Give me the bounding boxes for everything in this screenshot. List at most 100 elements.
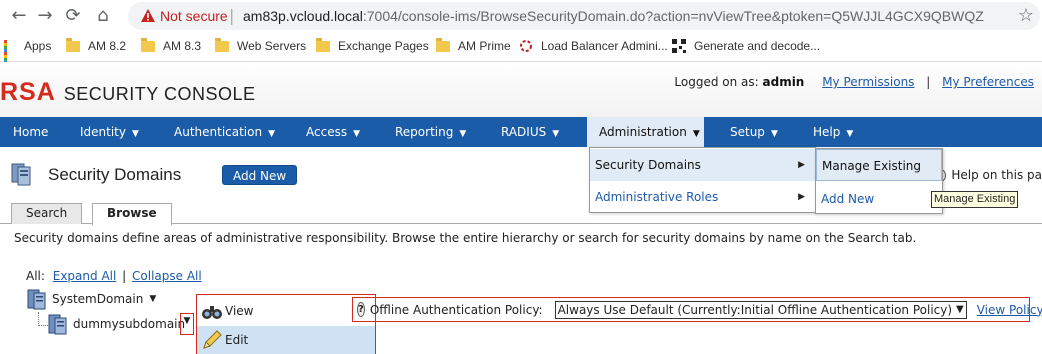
policy-label: Offline Authentication Policy: (369, 302, 543, 317)
menu-identity[interactable]: Identity ▼ (68, 117, 151, 147)
tab-search[interactable]: Search (11, 203, 83, 224)
main-menu-bar: Home Identity ▼ Authentication ▼ Access ▼ R… (0, 117, 1042, 147)
bookmarks-bar: Apps AM 8.2 AM 8.3 Web Servers Exchange … (0, 32, 1042, 67)
menu-label: Authentication (174, 125, 263, 139)
caret-down-icon: ▼ (692, 129, 700, 139)
offline-auth-policy-row: ? Offline Authentication Policy: Always … (352, 297, 1042, 322)
bookmark-star-icon[interactable]: ☆ (1018, 5, 1034, 26)
logged-on-label: Logged on as: (674, 75, 759, 89)
security-domains-submenu: Manage Existing Add New (815, 148, 943, 214)
url-host: am83p.vcloud.local (243, 8, 363, 24)
menu-label: Administration (599, 125, 687, 139)
expand-collapse-row: All: Expand All | Collapse All (26, 269, 202, 283)
bookmark-exchange-pages[interactable]: Exchange Pages (316, 37, 429, 53)
menu-home[interactable]: Home (1, 117, 60, 147)
menu-setup[interactable]: Setup ▼ (718, 117, 790, 147)
forward-icon[interactable]: → (34, 5, 56, 27)
all-label: All: (26, 269, 45, 283)
loading-icon (520, 40, 532, 52)
page-title: Security Domains (48, 165, 182, 184)
reload-icon[interactable]: ⟳ (62, 5, 84, 27)
dd-item-label: Security Domains (595, 158, 701, 172)
menu-label: Reporting (395, 125, 454, 139)
url-text: am83p.vcloud.local:7004/console-ims/Brow… (243, 8, 984, 24)
my-preferences-link[interactable]: My Preferences (942, 75, 1034, 89)
caret-down-icon: ▼ (846, 129, 854, 139)
bookmark-label: Apps (24, 39, 52, 53)
qr-code-icon (672, 39, 686, 53)
bookmark-am82[interactable]: AM 8.2 (66, 37, 127, 53)
help-icon[interactable]: ? (357, 302, 365, 317)
view-policy-link[interactable]: View Policy (977, 303, 1042, 317)
bookmark-apps[interactable]: Apps (4, 39, 52, 67)
menu-radius[interactable]: RADIUS ▼ (489, 117, 571, 147)
bookmark-load-balancer[interactable]: Load Balancer Admini... (519, 39, 668, 53)
dd-administrative-roles[interactable]: Administrative Roles ▶ (590, 181, 815, 213)
submenu-arrow-icon: ▶ (798, 192, 805, 202)
bookmark-web-servers[interactable]: Web Servers (215, 37, 306, 53)
chevron-down-icon: ▼ (956, 304, 964, 315)
header-separator: | (926, 75, 931, 89)
folder-icon (436, 37, 450, 52)
context-menu: View Edit (196, 294, 376, 354)
bookmark-am83[interactable]: AM 8.3 (141, 37, 201, 53)
context-edit[interactable]: Edit (197, 326, 375, 354)
bookmark-label: Generate and decode... (694, 39, 821, 53)
menu-label: RADIUS (501, 125, 547, 139)
submenu-arrow-icon: ▶ (798, 160, 805, 170)
submenu-add-new[interactable]: Add New (816, 183, 942, 215)
bookmark-label: AM Prime (458, 39, 511, 53)
dd-security-domains[interactable]: Security Domains ▶ (590, 149, 815, 181)
help-text: Help on this pa (951, 168, 1042, 182)
security-domain-icon (11, 163, 31, 186)
context-item-label: View (225, 304, 254, 318)
back-icon[interactable]: ← (8, 5, 30, 27)
folder-icon (215, 37, 229, 52)
policy-select[interactable]: Always Use Default (Currently:Initial Of… (554, 300, 967, 319)
pencil-icon (203, 330, 222, 349)
collapse-all-link[interactable]: Collapse All (132, 269, 202, 283)
menu-access[interactable]: Access ▼ (294, 117, 372, 147)
bookmark-am-prime[interactable]: AM Prime (436, 37, 511, 53)
bookmark-qr-decode[interactable]: Generate and decode... (672, 39, 820, 53)
logo-text: SECURITY CONSOLE (63, 84, 256, 104)
context-view[interactable]: View (197, 297, 375, 325)
tab-browse[interactable]: Browse (92, 203, 172, 225)
menu-label: Access (306, 125, 348, 139)
my-permissions-link[interactable]: My Permissions (822, 75, 914, 89)
logon-info: Logged on as: admin My Permissions | My … (674, 75, 1034, 89)
browser-toolbar: ← → ⟳ ⌂ Not secure | am83p.vcloud.local:… (0, 0, 1042, 32)
expand-all-link[interactable]: Expand All (53, 269, 117, 283)
caret-down-icon: ▼ (770, 129, 778, 139)
bookmark-label: AM 8.2 (88, 39, 127, 53)
home-icon[interactable]: ⌂ (92, 5, 114, 27)
tree-node-dummysubdomain[interactable]: dummysubdomain (48, 313, 185, 335)
menu-reporting[interactable]: Reporting ▼ (383, 117, 478, 147)
tooltip: Manage Existing (931, 191, 1019, 208)
caret-down-icon: ▼ (459, 129, 467, 139)
caret-down-icon[interactable]: ▼ (180, 313, 194, 335)
tree-node-systemdomain[interactable]: SystemDomain ▼ (27, 288, 156, 310)
help-link[interactable]: ?Help on this pa (931, 168, 1042, 183)
server-icon (27, 289, 46, 310)
folder-icon (316, 37, 330, 52)
context-item-label: Edit (225, 333, 249, 347)
menu-help[interactable]: Help ▼ (801, 117, 865, 147)
tree-connector (38, 325, 48, 326)
folder-icon (66, 37, 80, 52)
bookmark-label: Exchange Pages (338, 39, 429, 53)
caret-down-icon[interactable]: ▼ (149, 294, 156, 304)
add-new-button[interactable]: Add New (222, 165, 298, 185)
menu-administration[interactable]: Administration ▼ (587, 117, 704, 147)
security-status: Not secure (160, 8, 228, 24)
policy-selected-value: Always Use Default (Currently:Initial Of… (557, 302, 953, 317)
username: admin (762, 75, 805, 89)
address-bar[interactable]: Not secure | am83p.vcloud.local:7004/con… (128, 2, 1040, 30)
menu-authentication[interactable]: Authentication ▼ (162, 117, 287, 147)
caret-down-icon: ▼ (353, 129, 361, 139)
folder-icon (141, 37, 155, 52)
tree-separator: | (122, 269, 127, 283)
submenu-manage-existing[interactable]: Manage Existing (816, 149, 942, 181)
menu-label: Setup (730, 125, 765, 139)
menu-label: Home (13, 125, 49, 139)
